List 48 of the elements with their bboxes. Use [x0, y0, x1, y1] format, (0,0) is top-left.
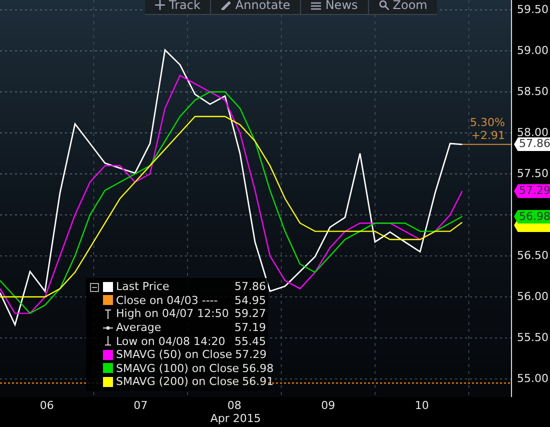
legend-label: SMAVG (100) on Close: [116, 362, 240, 375]
y-axis-label: 56.50: [517, 248, 548, 262]
legend-value: 57.86: [234, 280, 266, 294]
toolbar-button[interactable]: Annotate: [210, 0, 300, 14]
y-axis-label: 59.50: [517, 2, 548, 16]
y-axis-label: 59.00: [517, 44, 548, 57]
lines-icon: [311, 0, 322, 10]
toolbar-button[interactable]: News: [300, 0, 368, 14]
y-axis-label: 55.00: [517, 372, 548, 385]
crosshair-icon: [155, 0, 165, 10]
last-price-line: [462, 144, 511, 145]
toolbar-button[interactable]: Zoom: [368, 0, 438, 14]
price-tag: 57.86: [514, 137, 550, 152]
price-tag: 57.29: [514, 184, 550, 198]
y-axis-label: 55.50: [517, 330, 548, 344]
high-marker-icon: [103, 308, 113, 319]
legend-label: Low on 04/08 14:20: [116, 334, 226, 348]
x-axis-title: Apr 2015: [210, 412, 261, 425]
legend-label: Average: [116, 321, 162, 334]
legend-label: Last Price: [116, 280, 170, 294]
pencil-icon: [221, 0, 232, 10]
legend-value: 57.29: [235, 348, 267, 362]
x-axis-label: 08: [227, 399, 242, 412]
y-axis-label: 56.00: [517, 290, 548, 303]
y-axis-label: 58.50: [517, 84, 548, 98]
x-axis-label: 10: [414, 399, 429, 412]
low-marker-icon: [103, 336, 113, 346]
legend-label: High on 04/07 12:50: [116, 307, 230, 320]
magnifier-icon: [378, 0, 389, 10]
price-change: +2.91: [471, 129, 505, 142]
price-tag: 56.98: [514, 210, 550, 224]
x-axis-label: 07: [134, 399, 148, 412]
legend-value: 59.27: [234, 307, 266, 320]
legend-value: 55.45: [234, 334, 266, 348]
percent-change: 5.30%: [470, 116, 505, 130]
y-axis-label: 58.00: [517, 126, 548, 139]
legend-value: 56.91: [242, 375, 274, 388]
legend-value: 56.98: [242, 362, 274, 375]
toolbar-button[interactable]: Track: [145, 0, 210, 14]
legend-label: SMAVG (200) on Close: [116, 375, 240, 388]
legend-value: 57.19: [234, 321, 266, 334]
x-axis-label: 06: [40, 399, 54, 412]
x-axis-label: 09: [321, 399, 336, 412]
legend-label: SMAVG (50) on Close: [116, 348, 232, 362]
y-axis-label: 57.50: [517, 166, 548, 180]
legend-label: Close on 04/03 ----: [116, 294, 219, 307]
collapse-icon[interactable]: [90, 283, 99, 292]
legend-value: 54.95: [234, 294, 266, 307]
